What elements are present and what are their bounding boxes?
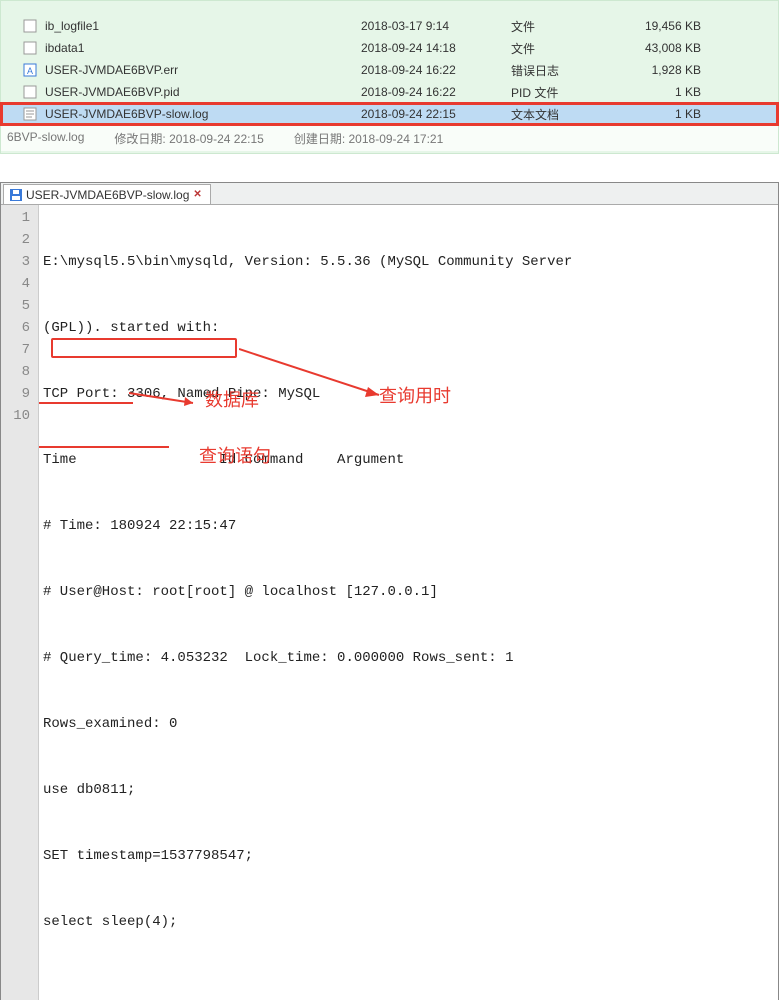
file-name: ib_logfile1 (41, 19, 361, 33)
file-name: USER-JVMDAE6BVP.pid (41, 85, 361, 99)
file-row[interactable]: USER-JVMDAE6BVP.pid 2018-09-24 16:22 PID… (1, 81, 778, 103)
disk-icon (10, 189, 22, 201)
file-row[interactable]: A USER-JVMDAE6BVP.err 2018-09-24 16:22 错… (1, 59, 778, 81)
err-icon: A (23, 62, 41, 78)
file-icon (23, 40, 41, 56)
code-line: # Query_time: 4.053232 Lock_time: 0.0000… (43, 647, 774, 669)
code-line: select sleep(4); (43, 911, 774, 933)
code-line: E:\mysql5.5\bin\mysqld, Version: 5.5.36 … (43, 251, 774, 273)
underline-select (39, 446, 169, 448)
file-icon (23, 18, 41, 34)
code-line: SET timestamp=1537798547; (43, 845, 774, 867)
file-name: USER-JVMDAE6BVP-slow.log (41, 107, 361, 121)
file-size: 43,008 KB (611, 41, 731, 55)
file-row-partial[interactable] (1, 1, 778, 15)
file-size: 1 KB (611, 107, 731, 121)
tab-title: USER-JVMDAE6BVP-slow.log (26, 188, 189, 202)
svg-text:A: A (27, 66, 33, 76)
file-name: ibdata1 (41, 41, 361, 55)
status-modified: 修改日期: 2018-09-24 22:15 (114, 130, 263, 147)
editor-pane: USER-JVMDAE6BVP-slow.log ✕ 1 2 3 4 5 6 7… (0, 182, 779, 1000)
file-date: 2018-09-24 16:22 (361, 63, 511, 77)
code-line: use db0811; (43, 779, 774, 801)
file-icon (23, 84, 41, 100)
file-size: 1 KB (611, 85, 731, 99)
file-date: 2018-09-24 16:22 (361, 85, 511, 99)
code-line: (GPL)). started with: (43, 317, 774, 339)
file-type: 文件 (511, 40, 611, 57)
code-line: # User@Host: root[root] @ localhost [127… (43, 581, 774, 603)
status-created: 创建日期: 2018-09-24 17:21 (294, 130, 443, 147)
code-line: Rows_examined: 0 (43, 713, 774, 735)
file-type: PID 文件 (511, 84, 611, 101)
code-line: # Time: 180924 22:15:47 (43, 515, 774, 537)
editor-body: 1 2 3 4 5 6 7 8 9 10 E:\mysql5.5\bin\mys… (1, 205, 778, 1000)
highlight-query-time (51, 338, 237, 358)
file-icon (23, 1, 41, 15)
file-date: 2018-09-24 14:18 (361, 41, 511, 55)
code-area[interactable]: E:\mysql5.5\bin\mysqld, Version: 5.5.36 … (39, 205, 778, 1000)
file-row[interactable]: ib_logfile1 2018-03-17 9:14 文件 19,456 KB (1, 15, 778, 37)
file-row[interactable]: ibdata1 2018-09-24 14:18 文件 43,008 KB (1, 37, 778, 59)
tab-slowlog[interactable]: USER-JVMDAE6BVP-slow.log ✕ (3, 184, 211, 204)
file-name: USER-JVMDAE6BVP.err (41, 63, 361, 77)
file-date: 2018-03-17 9:14 (361, 19, 511, 33)
status-bar: 6BVP-slow.log 修改日期: 2018-09-24 22:15 创建日… (1, 125, 778, 151)
file-size: 19,456 KB (611, 19, 731, 33)
file-date: 2018-09-24 22:15 (361, 107, 511, 121)
code-line: TCP Port: 3306, Named Pipe: MySQL (43, 383, 774, 405)
code-line: Time Id Command Argument (43, 449, 774, 471)
status-filename: 6BVP-slow.log (7, 130, 84, 147)
file-type: 文本文档 (511, 106, 611, 123)
file-type: 文件 (511, 18, 611, 35)
file-size: 1,928 KB (611, 63, 731, 77)
file-type: 错误日志 (511, 62, 611, 79)
file-list-pane: ib_logfile1 2018-03-17 9:14 文件 19,456 KB… (0, 0, 779, 154)
file-row-selected[interactable]: USER-JVMDAE6BVP-slow.log 2018-09-24 22:1… (1, 103, 778, 125)
txt-icon (23, 106, 41, 122)
line-gutter: 1 2 3 4 5 6 7 8 9 10 (1, 205, 39, 1000)
tab-bar: USER-JVMDAE6BVP-slow.log ✕ (1, 183, 778, 205)
code-line (43, 977, 774, 999)
close-icon[interactable]: ✕ (193, 189, 201, 200)
